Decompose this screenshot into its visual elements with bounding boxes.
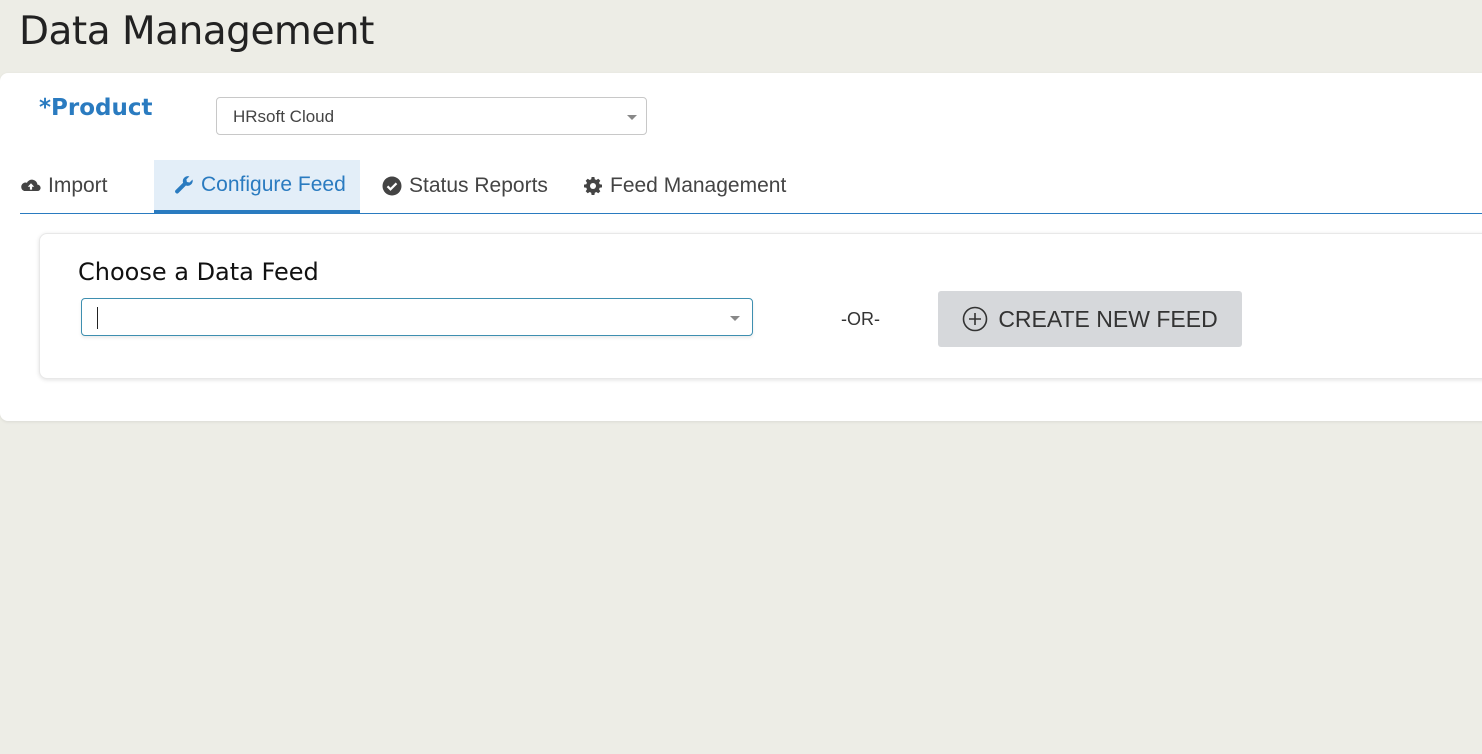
- check-circle-icon: [381, 175, 403, 197]
- product-select-value: HRsoft Cloud: [233, 107, 335, 126]
- tab-feed-management[interactable]: Feed Management: [582, 160, 786, 212]
- configure-feed-panel: Choose a Data Feed -OR- CREATE NEW FEED: [39, 233, 1482, 379]
- wrench-icon: [173, 174, 195, 196]
- create-new-feed-button[interactable]: CREATE NEW FEED: [938, 291, 1242, 347]
- data-feed-input[interactable]: [96, 305, 700, 331]
- product-label: *Product: [39, 95, 153, 121]
- choose-feed-heading: Choose a Data Feed: [78, 258, 319, 286]
- tab-label: Status Reports: [409, 174, 548, 197]
- text-cursor: [97, 307, 98, 329]
- or-separator: -OR-: [841, 309, 880, 329]
- cloud-upload-icon: [20, 175, 42, 197]
- tab-label: Feed Management: [610, 174, 787, 197]
- main-card: *Product HRsoft Cloud Import Configure F…: [0, 73, 1482, 421]
- plus-circle-icon: [962, 306, 988, 332]
- tab-status-reports[interactable]: Status Reports: [381, 160, 548, 212]
- chevron-down-icon: [730, 316, 740, 321]
- tab-import[interactable]: Import: [20, 160, 112, 212]
- create-new-feed-label: CREATE NEW FEED: [998, 305, 1218, 332]
- page-title: Data Management: [19, 9, 374, 54]
- gear-icon: [582, 175, 604, 197]
- tab-label: Import: [48, 174, 108, 197]
- tab-bar: Import Configure Feed Status Reports Fee…: [20, 160, 1482, 214]
- product-select[interactable]: HRsoft Cloud: [216, 97, 647, 135]
- tab-label: Configure Feed: [201, 173, 346, 196]
- chevron-down-icon: [627, 115, 637, 120]
- tab-configure-feed[interactable]: Configure Feed: [154, 160, 360, 213]
- data-feed-select[interactable]: [81, 298, 753, 336]
